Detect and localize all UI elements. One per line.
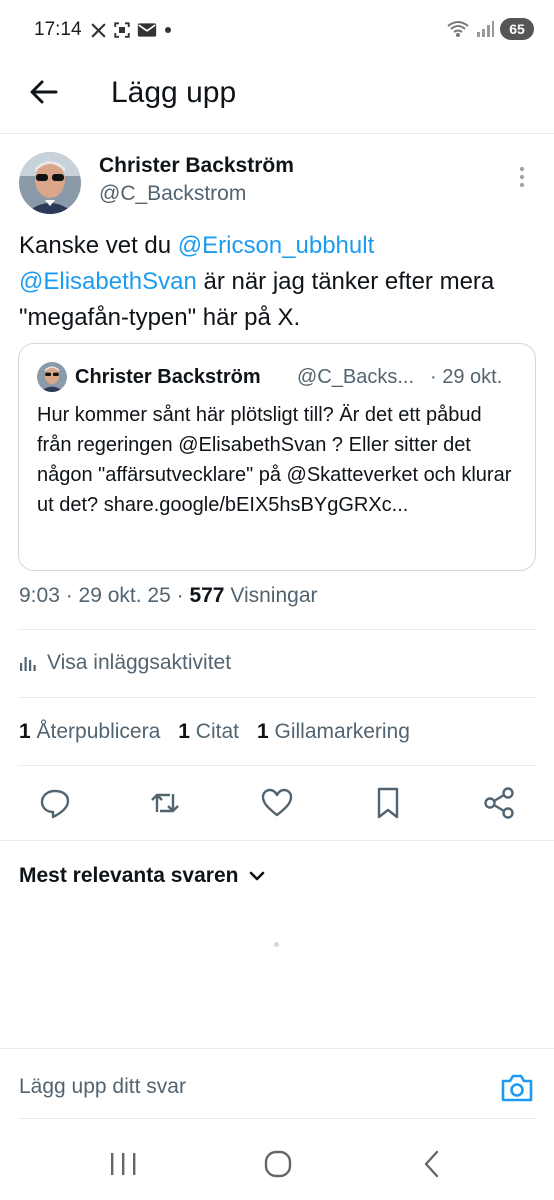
- quoted-post-card[interactable]: Christer Backström @C_Backs... · 29 okt.…: [18, 343, 536, 571]
- bookmark-icon[interactable]: [371, 786, 405, 820]
- mention-link[interactable]: @Ericson_ubbhult: [178, 232, 374, 259]
- signal-icon: [476, 20, 494, 38]
- post-meta: 9:03 · 29 okt. 25 · 577 Visningar: [19, 584, 318, 608]
- composer-bottom-divider: [18, 1118, 536, 1119]
- chevron-down-icon: [248, 870, 266, 882]
- views-label: Visningar: [224, 584, 318, 607]
- quote-date: · 29 okt.: [430, 366, 503, 388]
- dot-icon: [163, 25, 173, 35]
- quotes-label: Citat: [195, 720, 239, 743]
- x-logo-icon: [90, 22, 107, 39]
- quote-author-avatar: [37, 362, 67, 392]
- quote-author-handle: @C_Backs...: [297, 366, 415, 388]
- post-text-part: Kanske vet du: [19, 232, 178, 259]
- recent-apps-icon[interactable]: [103, 1148, 143, 1180]
- author-avatar[interactable]: [19, 152, 81, 214]
- back-arrow-icon[interactable]: [26, 74, 62, 110]
- reply-input[interactable]: Lägg upp ditt svar: [19, 1075, 186, 1099]
- replies-sort-label: Mest relevanta svaren: [19, 864, 239, 887]
- composer-divider: [0, 1048, 554, 1049]
- divider: [0, 840, 554, 841]
- views-count: 577: [189, 584, 225, 607]
- author-handle[interactable]: @C_Backstrom: [99, 182, 246, 206]
- replies-sort-dropdown[interactable]: Mest relevanta svaren: [19, 864, 266, 888]
- post-timestamp: 9:03 · 29 okt. 25 ·: [19, 584, 190, 607]
- mail-icon: [137, 22, 157, 38]
- reply-icon[interactable]: [38, 786, 72, 820]
- divider: [18, 629, 536, 630]
- loading-indicator: [274, 942, 279, 947]
- quote-author-name: Christer Backström: [75, 366, 261, 388]
- author-name[interactable]: Christer Backström: [99, 154, 294, 178]
- engagement-stats: 1 Återpublicera 1 Citat 1 Gillamarkering: [19, 720, 410, 744]
- reposts-stat[interactable]: 1 Återpublicera: [19, 720, 160, 744]
- quote-text: Hur kommer sånt här plötsligt till? Är d…: [37, 404, 512, 516]
- quotes-stat[interactable]: 1 Citat: [178, 720, 239, 744]
- status-bar: 17:14 65: [0, 0, 554, 60]
- wifi-icon: [446, 19, 470, 39]
- camera-icon[interactable]: [500, 1072, 534, 1104]
- back-nav-icon[interactable]: [413, 1148, 453, 1180]
- more-options-icon[interactable]: [514, 165, 530, 189]
- home-icon[interactable]: [258, 1148, 298, 1180]
- post-text: Kanske vet du @Ericson_ubbhult @Elisabeth…: [19, 228, 539, 336]
- analytics-icon: [19, 654, 37, 672]
- likes-count: 1: [256, 720, 269, 743]
- page-title: Lägg upp: [111, 76, 237, 109]
- battery-indicator: 65: [500, 18, 534, 40]
- screenshot-icon: [113, 21, 131, 39]
- status-system-icons: 65: [446, 18, 534, 40]
- like-icon[interactable]: [260, 786, 294, 820]
- share-icon[interactable]: [482, 786, 516, 820]
- repost-icon[interactable]: [148, 786, 182, 820]
- post-activity-link[interactable]: Visa inläggsaktivitet: [19, 651, 231, 675]
- status-time: 17:14: [34, 19, 82, 40]
- likes-stat[interactable]: 1 Gillamarkering: [257, 720, 410, 744]
- reposts-count: 1: [19, 720, 31, 743]
- post-activity-label: Visa inläggsaktivitet: [47, 651, 232, 674]
- status-notification-icons: [90, 21, 173, 39]
- divider: [18, 697, 536, 698]
- mention-link[interactable]: @ElisabethSvan: [19, 268, 197, 295]
- header-divider: [0, 133, 554, 134]
- reposts-label: Återpublicera: [36, 720, 161, 743]
- quotes-count: 1: [178, 720, 190, 743]
- likes-label: Gillamarkering: [274, 720, 410, 743]
- divider: [18, 765, 536, 766]
